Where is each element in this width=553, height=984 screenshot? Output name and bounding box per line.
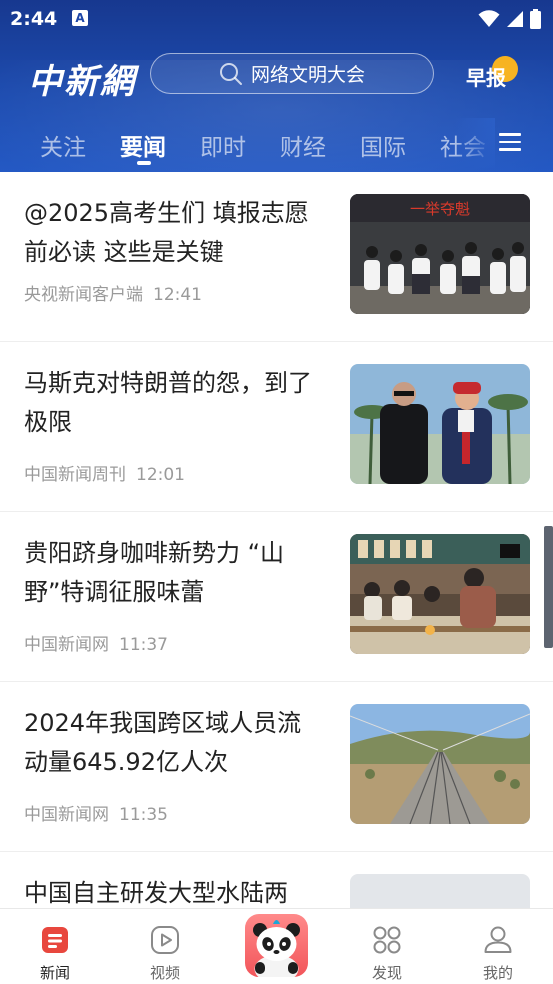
nav-label: 发现: [371, 964, 402, 982]
nav-label: 我的: [482, 964, 513, 982]
news-source: 央视新闻客户端: [24, 285, 143, 305]
nav-profile[interactable]: 我的: [443, 909, 553, 984]
news-title: 贵阳跻身咖啡新势力 “山野”特调征服味蕾: [24, 539, 285, 606]
video-icon: [151, 926, 179, 954]
profile-icon: [484, 926, 512, 953]
news-feed: @2025高考生们 填报志愿前必读 这些是关键 央视新闻客户端 12:41 一举夺…: [0, 172, 553, 908]
news-time: 12:41: [153, 285, 202, 305]
news-thumbnail: [350, 534, 530, 654]
app-header: 2:44 A 中新網 网络文明大会 早报 关注 要闻 即时 财经 国际 社会: [0, 0, 553, 172]
nav-news[interactable]: 新闻: [0, 909, 110, 984]
status-icons: [478, 8, 541, 30]
bottom-nav: 新闻 视频 发现 我的: [0, 908, 553, 984]
news-time: 12:01: [136, 465, 185, 485]
news-title: 中国自主研发大型水陆两: [24, 879, 288, 907]
zaobao-label: 早报: [466, 66, 506, 90]
panda-button[interactable]: [245, 914, 308, 977]
battery-icon: [530, 9, 541, 29]
wifi-icon: [478, 10, 500, 27]
channel-tabs: 关注 要闻 即时 财经 国际 社会: [0, 118, 553, 168]
search-bar[interactable]: 网络文明大会: [150, 53, 434, 94]
news-item[interactable]: 马斯克对特朗普的怨，到了极限 中国新闻周刊 12:01: [0, 342, 553, 512]
news-item[interactable]: 贵阳跻身咖啡新势力 “山野”特调征服味蕾 中国新闻网 11:37: [0, 512, 553, 682]
tab-guoji[interactable]: 国际: [360, 128, 406, 162]
channel-menu-icon[interactable]: [499, 133, 521, 151]
tab-shehui[interactable]: 社会: [440, 128, 486, 162]
discover-icon: [373, 926, 401, 954]
news-icon: [42, 927, 68, 953]
tab-fade: [455, 118, 495, 168]
app-logo: 中新網: [28, 62, 136, 102]
tab-caijing[interactable]: 财经: [280, 128, 326, 162]
news-thumbnail: [350, 874, 530, 908]
tab-jishi[interactable]: 即时: [200, 128, 246, 162]
notification-a-icon: A: [72, 10, 88, 26]
status-bar: 2:44 A: [0, 0, 553, 38]
news-meta: 中国新闻网 11:35: [24, 800, 168, 825]
news-title: 2024年我国跨区域人员流动量645.92亿人次: [24, 709, 302, 776]
scrollbar[interactable]: [544, 526, 553, 648]
news-meta: 中国新闻网 11:37: [24, 630, 168, 655]
search-icon: [219, 62, 242, 85]
nav-label: 视频: [149, 964, 180, 982]
news-thumbnail: 一举夺魁: [350, 194, 530, 314]
news-meta: 中国新闻周刊 12:01: [24, 460, 185, 485]
news-item[interactable]: 2024年我国跨区域人员流动量645.92亿人次 中国新闻网 11:35: [0, 682, 553, 852]
news-time: 11:37: [119, 635, 168, 655]
news-thumbnail: [350, 704, 530, 824]
panda-icon: [253, 920, 300, 977]
active-tab-indicator: [137, 161, 151, 165]
news-title: 马斯克对特朗普的怨，到了极限: [24, 369, 312, 436]
signal-icon: [507, 11, 523, 27]
news-item[interactable]: 中国自主研发大型水陆两: [0, 852, 553, 908]
news-thumbnail: [350, 364, 530, 484]
news-meta: 央视新闻客户端 12:41: [24, 280, 202, 305]
nav-label: 新闻: [39, 964, 70, 982]
nav-discover[interactable]: 发现: [332, 909, 442, 984]
news-source: 中国新闻网: [24, 805, 109, 825]
search-placeholder: 网络文明大会: [250, 64, 365, 86]
nav-video[interactable]: 视频: [110, 909, 220, 984]
news-source: 中国新闻周刊: [24, 465, 126, 485]
tab-yaowen[interactable]: 要闻: [120, 128, 166, 162]
thumb-banner-text: 一举夺魁: [410, 200, 470, 218]
news-time: 11:35: [119, 805, 168, 825]
news-item[interactable]: @2025高考生们 填报志愿前必读 这些是关键 央视新闻客户端 12:41 一举夺…: [0, 172, 553, 342]
news-source: 中国新闻网: [24, 635, 109, 655]
tab-guanzhu[interactable]: 关注: [40, 128, 86, 162]
status-time: 2:44: [10, 8, 58, 30]
news-title: @2025高考生们 填报志愿前必读 这些是关键: [24, 199, 309, 266]
